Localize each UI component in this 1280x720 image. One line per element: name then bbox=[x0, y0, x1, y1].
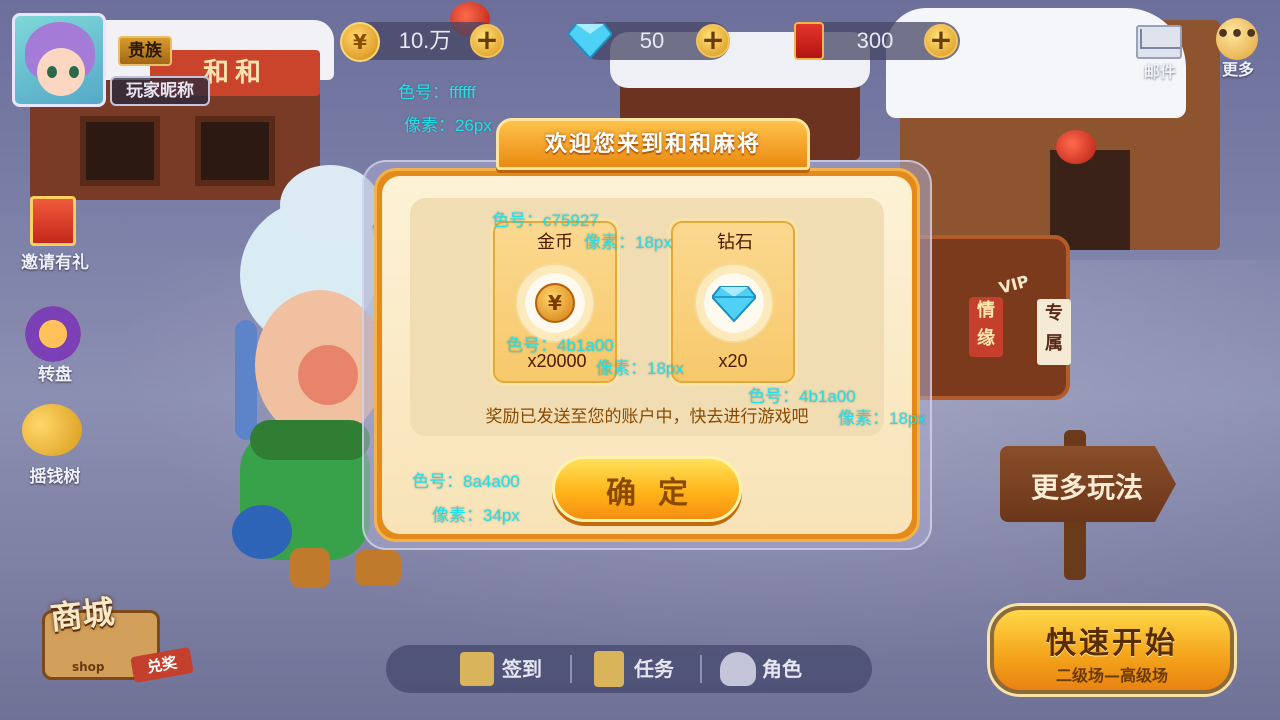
money-tree-icon[interactable] bbox=[22, 404, 82, 456]
shop-button-label[interactable]: 商城 bbox=[48, 587, 116, 639]
more-icon[interactable]: ••• bbox=[1216, 18, 1258, 60]
annotation-amount-color: 色号：4b1a00 bbox=[506, 336, 614, 355]
vip-sign: VIP bbox=[997, 271, 1032, 298]
coin-balance: 10.万 bbox=[398, 28, 452, 53]
divider bbox=[570, 655, 572, 683]
task-list-icon[interactable] bbox=[594, 651, 624, 687]
red-packet-balance: 300 bbox=[856, 28, 894, 53]
character-earflap bbox=[235, 320, 257, 440]
character-scarf bbox=[250, 420, 370, 460]
shop-cart-text: shop bbox=[72, 660, 105, 674]
tab-tasks[interactable]: 任务 bbox=[634, 645, 674, 693]
house-door bbox=[1050, 150, 1130, 250]
character-boot bbox=[355, 550, 401, 586]
more-games-label[interactable]: 更多玩法 bbox=[1012, 466, 1162, 506]
tab-role[interactable]: 角色 bbox=[762, 645, 802, 693]
diamond-icon bbox=[568, 23, 612, 60]
annotation-title-color: 色号：ffffff bbox=[398, 83, 476, 102]
shop-window bbox=[80, 116, 160, 186]
reward-name-diamonds: 钻石 bbox=[717, 232, 753, 253]
player-nickname: 玩家昵称 bbox=[110, 76, 210, 106]
annotation-title-size: 像素：26px bbox=[404, 116, 492, 135]
quick-start-label[interactable]: 快速开始 bbox=[990, 618, 1234, 662]
mail-icon[interactable] bbox=[1136, 25, 1182, 59]
sidebar-item-invite[interactable]: 邀请有礼 bbox=[0, 248, 110, 273]
love-tag: 情缘 bbox=[969, 297, 1003, 357]
avatar[interactable] bbox=[12, 13, 106, 107]
quick-start-subtitle: 二级场—高级场 bbox=[1055, 666, 1168, 685]
annotation-card-name-size: 像素：18px bbox=[584, 233, 672, 252]
annotation-message-size: 像素：18px bbox=[838, 409, 926, 428]
sidebar-item-wheel[interactable]: 转盘 bbox=[0, 360, 110, 385]
avatar-eye bbox=[69, 66, 79, 78]
reward-amount-diamonds: x20 bbox=[718, 351, 748, 371]
confirm-button-label[interactable]: 确定 bbox=[552, 468, 742, 512]
sidebar-item-money-tree[interactable]: 摇钱树 bbox=[0, 462, 110, 487]
tab-sign-in[interactable]: 签到 bbox=[502, 645, 542, 693]
add-red-packets-button[interactable]: + bbox=[924, 24, 958, 58]
diamond-balance: 50 bbox=[639, 28, 665, 53]
vip-badge: 贵族 bbox=[118, 36, 172, 66]
character-glove bbox=[232, 505, 292, 559]
gift-icon[interactable] bbox=[30, 196, 76, 246]
annotation-card-name-color: 色号：c75927 bbox=[492, 211, 599, 230]
divider bbox=[700, 655, 702, 683]
exclusive-tag: 专属 bbox=[1037, 299, 1071, 365]
add-coins-button[interactable]: + bbox=[470, 24, 504, 58]
coin-icon: ¥ bbox=[535, 283, 575, 323]
character-boot bbox=[290, 548, 330, 588]
annotation-button-color: 色号：8a4a00 bbox=[412, 472, 520, 491]
diamond-icon bbox=[712, 286, 756, 323]
add-diamonds-button[interactable]: + bbox=[696, 24, 730, 58]
shop-window bbox=[195, 116, 275, 186]
dialog-title: 欢迎您来到和和麻将 bbox=[544, 132, 761, 157]
checkin-icon[interactable] bbox=[460, 652, 494, 686]
annotation-amount-size: 像素：18px bbox=[596, 359, 684, 378]
more-label[interactable]: 更多 bbox=[1206, 56, 1270, 80]
avatar-eye bbox=[47, 66, 57, 78]
coin-icon: ¥ bbox=[340, 22, 380, 62]
annotation-button-size: 像素：34px bbox=[432, 506, 520, 525]
mail-label[interactable]: 邮件 bbox=[1128, 58, 1192, 82]
person-icon[interactable] bbox=[720, 652, 756, 686]
character-nose bbox=[298, 345, 358, 405]
red-packet-icon bbox=[794, 22, 824, 60]
lantern-icon bbox=[1056, 130, 1096, 164]
wheel-icon[interactable] bbox=[25, 306, 81, 362]
